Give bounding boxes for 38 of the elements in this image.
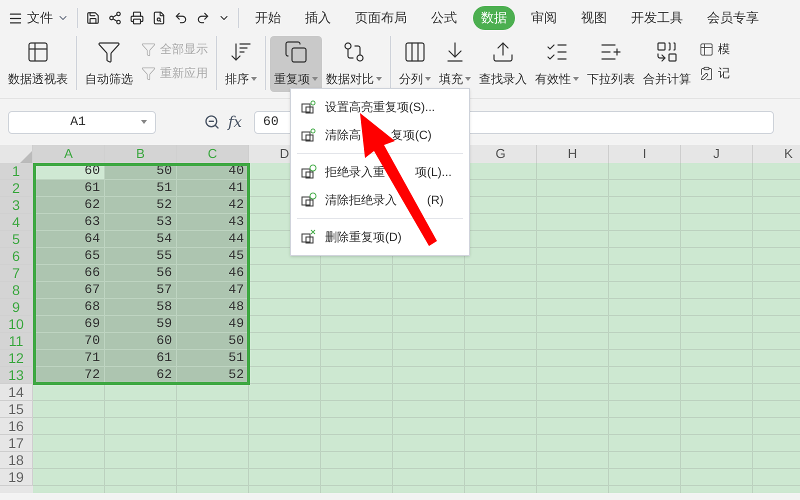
table-cell: 51: [105, 180, 177, 197]
table-cell: 41: [177, 180, 249, 197]
table-cell: 70: [33, 333, 105, 350]
table-cell: 49: [177, 316, 249, 333]
table-cell: 44: [177, 231, 249, 248]
table-cell: 71: [33, 350, 105, 367]
table-cell: 69: [33, 316, 105, 333]
table-cell: 57: [105, 282, 177, 299]
table-cell: 51: [177, 350, 249, 367]
table-cell: 48: [177, 299, 249, 316]
table-cell: 62: [33, 197, 105, 214]
table-cell: 50: [177, 333, 249, 350]
table-cell: 63: [33, 214, 105, 231]
table-cell: 54: [105, 231, 177, 248]
table-cell: 65: [33, 248, 105, 265]
table-cell: 61: [105, 350, 177, 367]
table-cell: 58: [105, 299, 177, 316]
table-cell: 60: [105, 333, 177, 350]
menu-item-label: 删除重复项(D): [325, 229, 402, 246]
table-cell: 46: [177, 265, 249, 282]
menu-item-label: (R): [427, 192, 444, 209]
menu-item-label: 拒绝录入重: [325, 164, 385, 181]
table-cell: 59: [105, 316, 177, 333]
table-cell: 61: [33, 180, 105, 197]
table-cell: 53: [105, 214, 177, 231]
table-cell: 47: [177, 282, 249, 299]
table-cell: 56: [105, 265, 177, 282]
table-cell: 45: [177, 248, 249, 265]
table-cell: 68: [33, 299, 105, 316]
table-cell: 55: [105, 248, 177, 265]
menu-item-label: 项(L)...: [415, 164, 452, 181]
table-cell: 64: [33, 231, 105, 248]
menu-item-label: 清除拒绝录入: [325, 192, 397, 209]
table-cell: 42: [177, 197, 249, 214]
table-cell: 66: [33, 265, 105, 282]
table-cell: 43: [177, 214, 249, 231]
table-cell: 52: [105, 197, 177, 214]
table-cell: 67: [33, 282, 105, 299]
